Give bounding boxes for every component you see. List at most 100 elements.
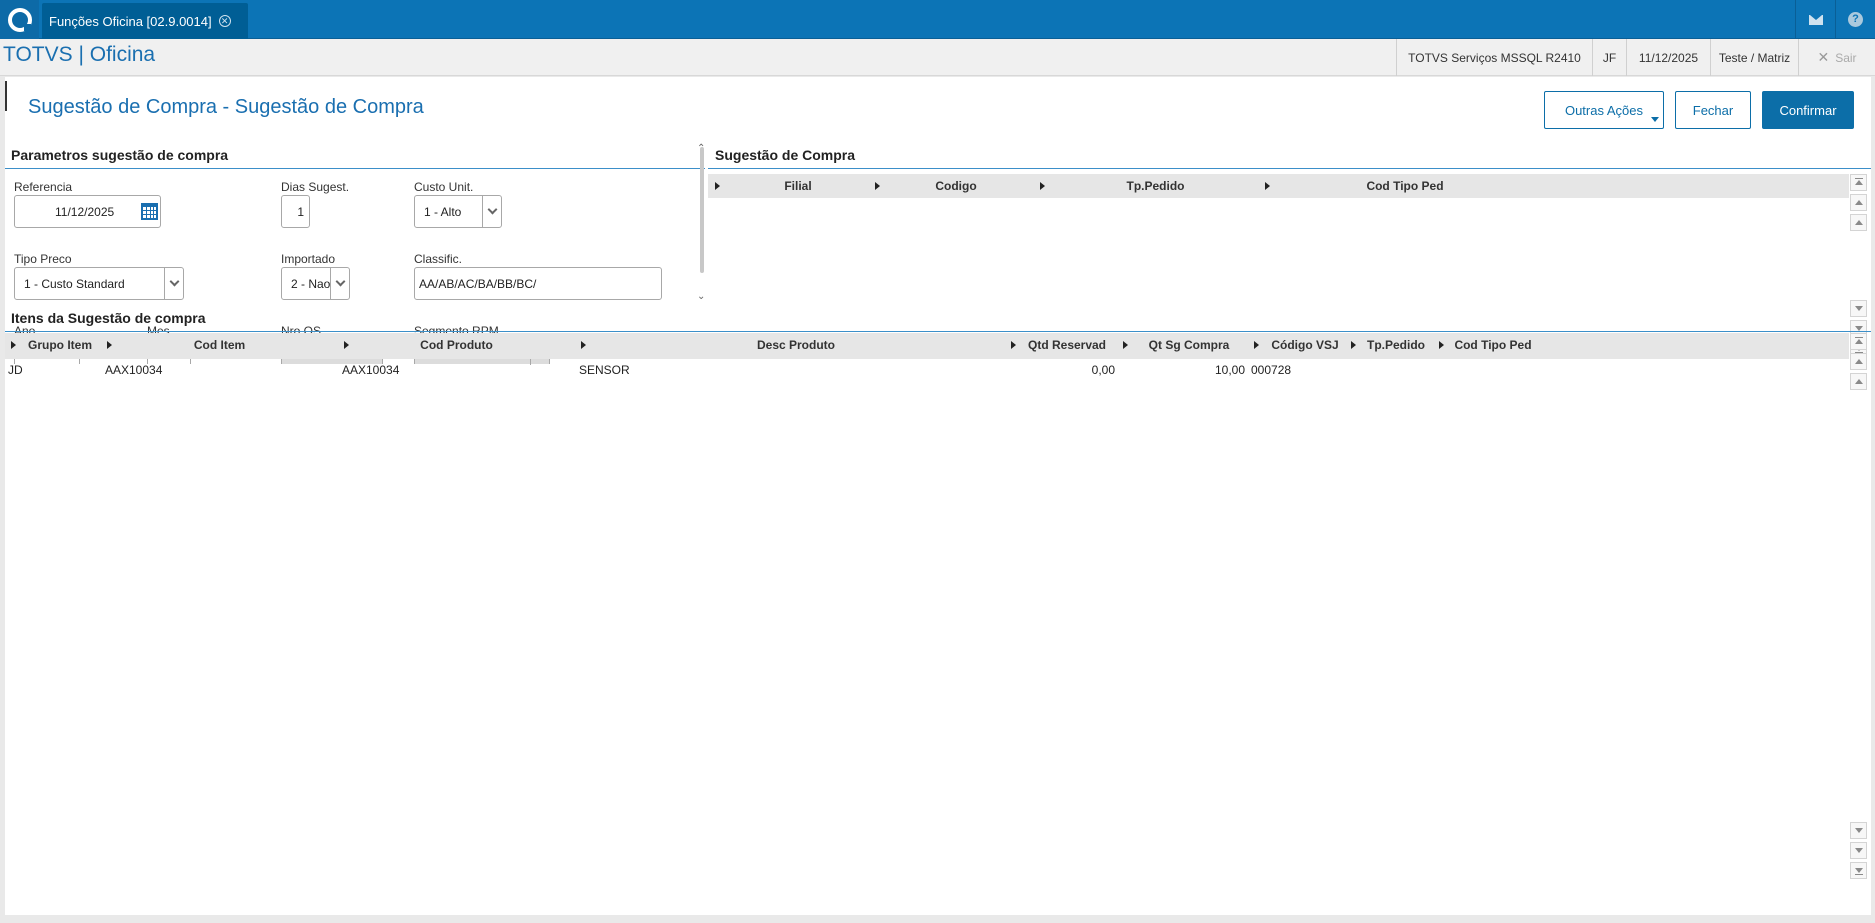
tipo-preco-label: Tipo Preco: [14, 252, 72, 266]
confirm-button[interactable]: Confirmar: [1762, 91, 1854, 129]
column-header[interactable]: Codigo: [880, 179, 1032, 193]
other-actions-label: Outras Ações: [1564, 102, 1644, 118]
app-brand: TOTVS | Oficina: [3, 43, 156, 66]
help-button[interactable]: ?: [1835, 0, 1875, 39]
main-panel: Sugestão de Compra - Sugestão de Compra …: [5, 77, 1871, 915]
dias-sugest-value: 1: [297, 204, 304, 219]
arrow-down-icon: [1854, 306, 1863, 311]
tipo-preco-select[interactable]: 1 - Custo Standard: [14, 267, 184, 300]
page-title: Sugestão de Compra - Sugestão de Compra: [28, 96, 424, 118]
exit-button[interactable]: ✕ Sair: [1798, 39, 1875, 76]
expand-icon[interactable]: [581, 341, 586, 349]
expand-icon[interactable]: [1351, 341, 1356, 349]
column-header[interactable]: Grupo Item: [17, 338, 103, 352]
app-header: TOTVS | Oficina TOTVS Serviços MSSQL R24…: [0, 39, 1875, 76]
scroll-down-button[interactable]: [1850, 822, 1867, 839]
arrow-up-icon: [1854, 220, 1863, 225]
exit-label: Sair: [1835, 50, 1857, 65]
custo-unit-select[interactable]: 1 - Alto: [414, 195, 502, 228]
column-header[interactable]: Filial: [722, 179, 874, 193]
expand-icon[interactable]: [1439, 341, 1444, 349]
classific-value: AA/AB/AC/BA/BB/BC/: [419, 276, 537, 291]
help-icon: ?: [1848, 12, 1863, 27]
sugestao-divider: [708, 168, 1871, 169]
arrow-up-icon: [1854, 180, 1863, 185]
tab-funcoes-oficina[interactable]: Funções Oficina [02.9.0014] ✕: [42, 3, 248, 39]
scroll-page-up-button[interactable]: [1850, 353, 1867, 370]
column-header[interactable]: Tp.Pedido: [1045, 179, 1266, 193]
scroll-top-button[interactable]: [1850, 333, 1867, 350]
cell-qtd-reservad: 0,00: [1091, 363, 1115, 377]
chevron-down-icon[interactable]: [164, 268, 183, 299]
params-section-title: Parametros sugestão de compra: [11, 147, 229, 163]
arrow-down-icon: [1854, 868, 1863, 873]
column-header[interactable]: Qtd Reservad: [1017, 338, 1117, 352]
cell-cod-item: AAX10034: [105, 363, 163, 377]
classific-label: Classific.: [414, 252, 463, 266]
cell-cod-produto: AAX10034: [342, 363, 400, 377]
classific-field[interactable]: AA/AB/AC/BA/BB/BC/: [414, 267, 662, 300]
column-header[interactable]: Código VSJ: [1259, 338, 1351, 352]
close-button[interactable]: Fechar: [1675, 91, 1751, 129]
scroll-top-button[interactable]: [1850, 174, 1867, 191]
itens-divider: [5, 331, 1871, 332]
column-header[interactable]: Desc Produto: [587, 338, 1005, 352]
double-arrow-up-icon: [1854, 200, 1863, 205]
arrow-up-icon: [1854, 339, 1863, 344]
referencia-label: Referencia: [14, 180, 73, 194]
expand-icon[interactable]: [107, 341, 112, 349]
other-actions-button[interactable]: Outras Ações: [1544, 91, 1664, 129]
column-header[interactable]: Cod Tipo Ped: [1270, 179, 1540, 193]
chevron-down-icon[interactable]: [330, 268, 349, 299]
scroll-down-button[interactable]: [1850, 300, 1867, 317]
date-info[interactable]: 11/12/2025: [1626, 39, 1710, 76]
importado-label: Importado: [281, 252, 336, 266]
confirm-label: Confirmar: [1779, 102, 1837, 118]
mail-button[interactable]: [1795, 0, 1835, 39]
params-divider: [5, 168, 705, 169]
arrow-up-icon: [1854, 379, 1863, 384]
cell-codigo-vsj: 000728: [1251, 363, 1292, 377]
scroll-up-button[interactable]: [1850, 373, 1867, 390]
itens-grid-header: Grupo Item Cod Item Cod Produto Desc Pro…: [5, 333, 1849, 359]
referencia-field[interactable]: 11/12/2025: [14, 195, 161, 228]
sugestao-grid-header: Filial Codigo Tp.Pedido Cod Tipo Ped: [708, 174, 1849, 198]
referencia-value: 11/12/2025: [55, 204, 115, 219]
scroll-page-down-button[interactable]: [1850, 842, 1867, 859]
column-header[interactable]: Cod Produto: [349, 338, 564, 352]
cell-desc-produto: SENSOR: [579, 363, 630, 377]
params-scrollbar[interactable]: [700, 147, 704, 273]
top-bar: Funções Oficina [02.9.0014] ✕ ?: [0, 0, 1875, 39]
arrow-down-icon: [1854, 828, 1863, 833]
expand-icon[interactable]: [1011, 341, 1016, 349]
expand-icon[interactable]: [715, 182, 720, 190]
custo-unit-value: 1 - Alto: [424, 204, 462, 219]
itens-section-title: Itens da Sugestão de compra: [11, 310, 206, 326]
custo-unit-label: Custo Unit.: [414, 180, 474, 194]
expand-icon[interactable]: [11, 341, 16, 349]
user-info[interactable]: JF: [1592, 39, 1626, 76]
tab-label: Funções Oficina [02.9.0014]: [49, 13, 212, 29]
calendar-icon[interactable]: [141, 203, 158, 220]
tipo-preco-value: 1 - Custo Standard: [24, 276, 125, 291]
totvs-logo-icon[interactable]: [0, 0, 39, 39]
column-header[interactable]: Cod Item: [113, 338, 326, 352]
scroll-page-up-button[interactable]: [1850, 194, 1867, 211]
close-icon[interactable]: ✕: [218, 15, 231, 27]
importado-select[interactable]: 2 - Nao: [281, 267, 350, 300]
mail-icon: [1808, 14, 1823, 25]
dias-sugest-label: Dias Sugest.: [281, 180, 350, 194]
branch-info[interactable]: Teste / Matriz: [1710, 39, 1798, 76]
dias-sugest-field[interactable]: 1: [281, 195, 310, 228]
column-header[interactable]: Qt Sg Compra: [1129, 338, 1249, 352]
close-icon: ✕: [1817, 49, 1830, 65]
expand-icon[interactable]: [1123, 341, 1128, 349]
column-header[interactable]: Cod Tipo Ped: [1445, 338, 1541, 352]
environment-info[interactable]: TOTVS Serviços MSSQL R2410: [1396, 39, 1592, 76]
scroll-down-icon[interactable]: ⌄: [697, 291, 705, 302]
scroll-up-button[interactable]: [1850, 214, 1867, 231]
column-header[interactable]: Tp.Pedido: [1357, 338, 1435, 352]
scroll-bottom-button[interactable]: [1850, 862, 1867, 879]
cell-qt-sg-compra: 10,00: [1214, 363, 1245, 377]
chevron-down-icon[interactable]: [482, 196, 501, 227]
